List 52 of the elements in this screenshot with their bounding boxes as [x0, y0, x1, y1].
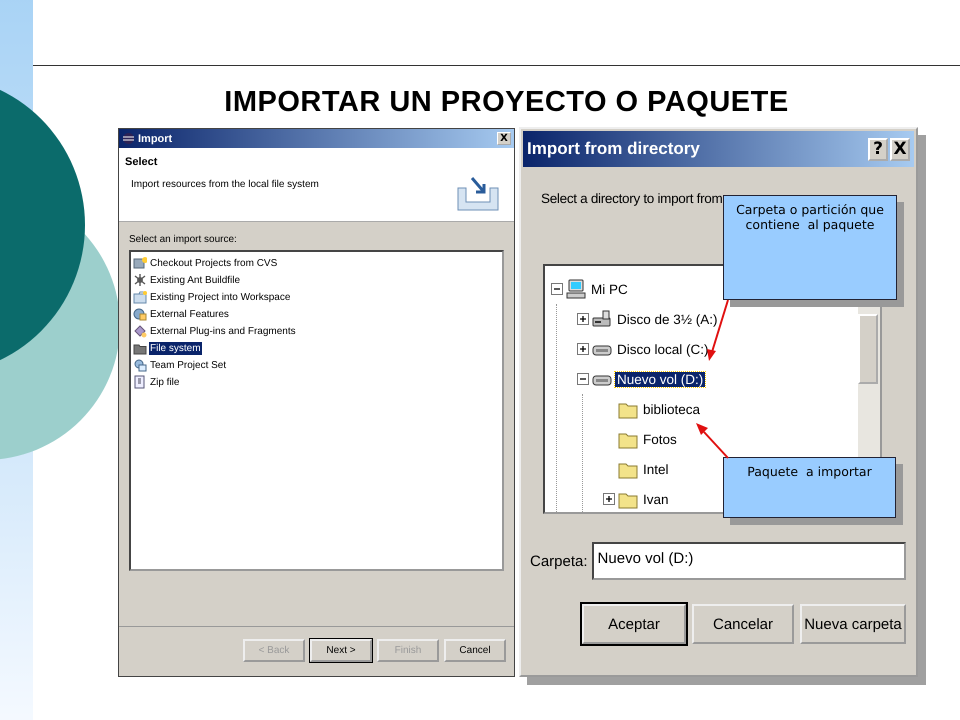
- slide-title: IMPORTAR UN PROYECTO O PAQUETE: [224, 86, 789, 119]
- tree-item[interactable]: Disco de 3½ (A:): [615, 312, 720, 326]
- list-item[interactable]: Checkout Projects from CVS: [149, 256, 278, 270]
- computer-icon: [566, 279, 586, 299]
- source-icon: [133, 273, 147, 287]
- folder-field[interactable]: Nuevo vol (D:): [592, 542, 906, 580]
- scrollbar-thumb[interactable]: [858, 314, 878, 384]
- floppy-icon: [592, 309, 612, 329]
- dialog-button[interactable]: Nueva carpeta: [800, 604, 906, 644]
- app-icon: [122, 132, 135, 145]
- dialog-button[interactable]: Cancelar: [692, 604, 794, 644]
- source-icon: [133, 375, 147, 389]
- tree-item[interactable]: biblioteca: [641, 402, 702, 416]
- list-label: Select an import source:: [129, 234, 238, 245]
- tree-item[interactable]: Disco local (C:): [615, 342, 711, 356]
- close-button[interactable]: X: [890, 138, 910, 160]
- dialog-button[interactable]: Aceptar: [582, 604, 686, 644]
- tree-item[interactable]: Nuevo vol (D:): [615, 372, 706, 386]
- window-title: Import: [138, 132, 174, 144]
- dialog-button[interactable]: Next >: [310, 639, 372, 662]
- import-tray-icon: [456, 174, 500, 212]
- collapse-toggle[interactable]: [551, 283, 563, 295]
- list-item[interactable]: Team Project Set: [149, 358, 228, 372]
- expand-toggle[interactable]: [577, 313, 589, 325]
- folder-label: Carpeta:: [530, 552, 588, 570]
- close-button[interactable]: X: [497, 132, 511, 145]
- list-item[interactable]: External Plug-ins and Fragments: [149, 324, 297, 338]
- import-source-list[interactable]: Checkout Projects from CVS Existing Ant Buildfile Existing Project into Workspace External Features External Plug-ins and Fragments File system Team Project Set Zip file: [129, 250, 504, 571]
- list-item[interactable]: Existing Project into Workspace: [149, 290, 292, 304]
- page-heading: Select: [125, 156, 158, 168]
- source-icon: [133, 324, 147, 338]
- leader-line: [696, 423, 729, 459]
- source-icon: [133, 358, 147, 372]
- list-item[interactable]: Zip file: [149, 376, 180, 388]
- window-title: Import from directory: [527, 139, 701, 159]
- tree-item[interactable]: Fotos: [641, 432, 679, 446]
- list-item[interactable]: Existing Ant Buildfile: [149, 274, 242, 286]
- source-icon: [133, 307, 147, 321]
- expand-toggle[interactable]: [603, 493, 615, 505]
- tree-item[interactable]: Intel: [641, 462, 671, 476]
- collapse-toggle[interactable]: [577, 373, 589, 385]
- source-icon: [133, 290, 147, 304]
- tree-item[interactable]: Ivan: [641, 492, 671, 506]
- tree-item[interactable]: Mi PC: [589, 282, 630, 296]
- directory-prompt: Select a directory to import from: [541, 191, 721, 206]
- page-description: Import resources from the local file system: [131, 179, 319, 190]
- dialog-button[interactable]: Cancel: [444, 639, 506, 662]
- list-item[interactable]: File system: [149, 342, 202, 354]
- help-button[interactable]: ?: [868, 138, 888, 160]
- expand-toggle[interactable]: [577, 343, 589, 355]
- list-item[interactable]: External Features: [149, 308, 230, 320]
- source-icon: [133, 256, 147, 270]
